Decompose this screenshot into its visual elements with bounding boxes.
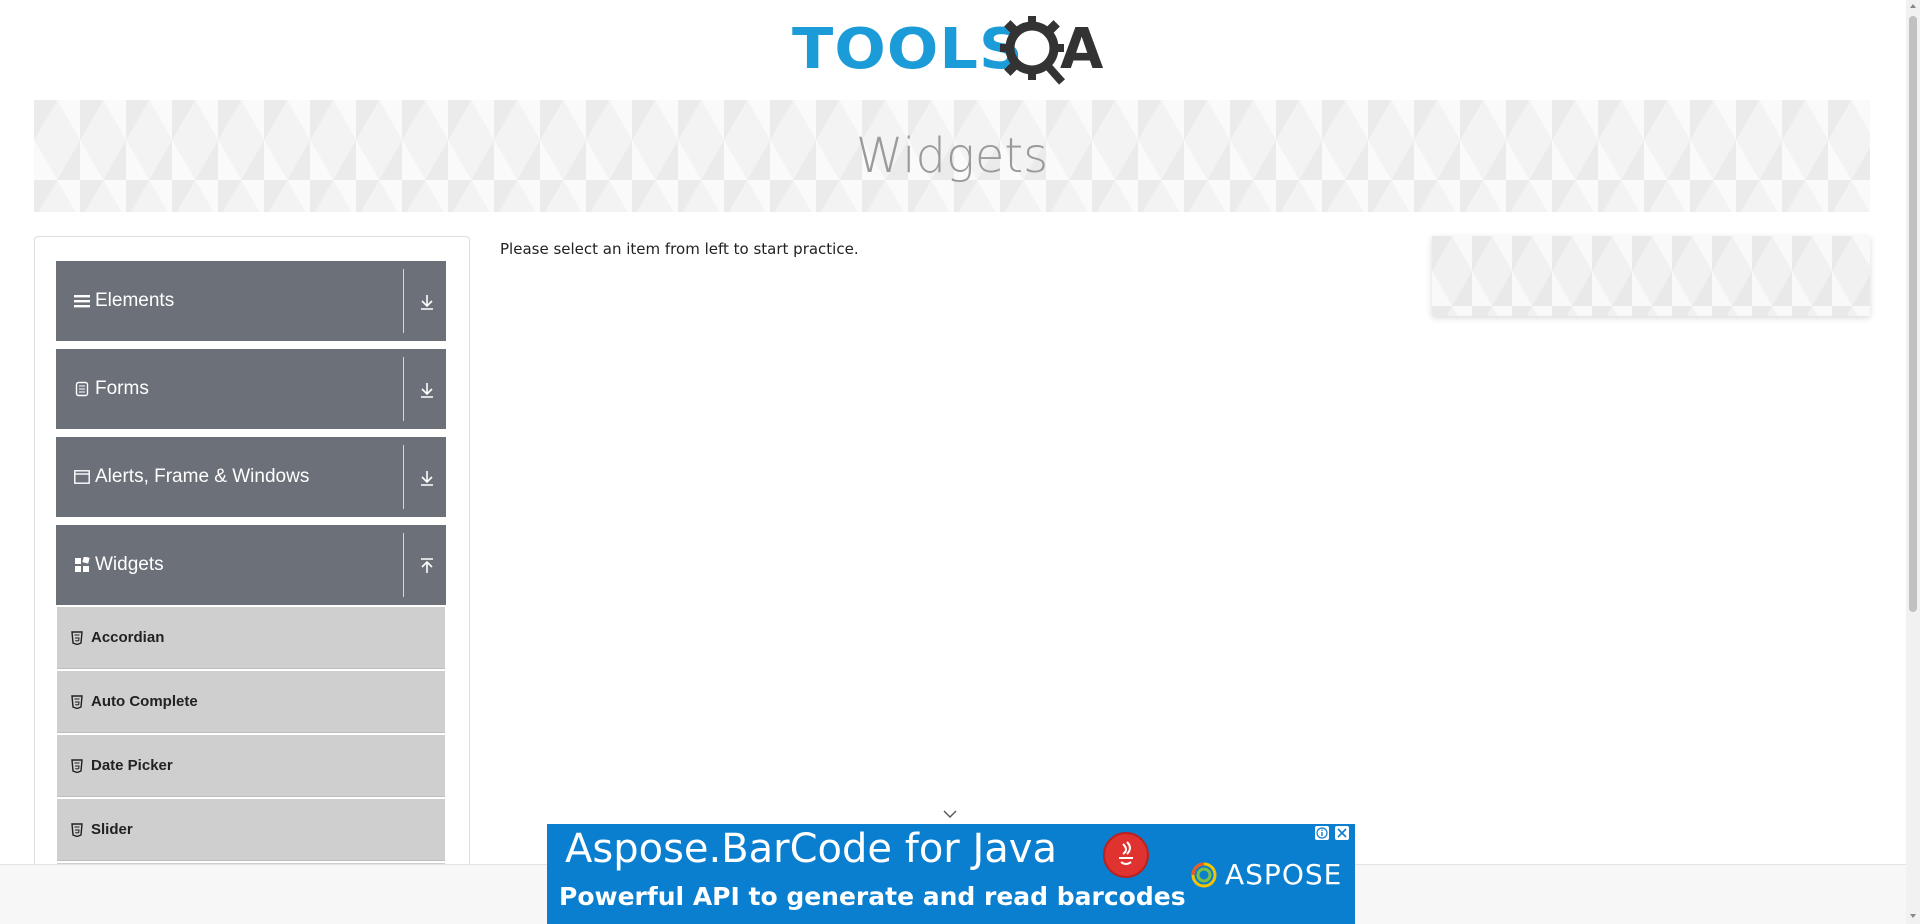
scroll-up-arrow-icon[interactable] [1909,2,1917,10]
ad-info-icon[interactable] [1315,826,1329,840]
right-ad-placeholder [1432,236,1870,316]
divider [403,445,404,509]
page-title: Widgets [855,128,1049,184]
scrollbar-thumb[interactable] [1909,16,1917,612]
menu-icon [73,292,91,310]
html5-icon [71,758,85,773]
download-icon[interactable] [416,291,438,313]
divider [403,357,404,421]
sidebar-item-label: Auto Complete [91,693,198,710]
logo-tools-text: TOOLS [792,17,1024,82]
scroll-down-arrow-icon[interactable] [1909,912,1917,920]
page-banner: Widgets [34,100,1870,212]
chevron-down-icon[interactable] [942,808,958,820]
sidebar-group-alerts[interactable]: Alerts, Frame & Windows [56,437,446,517]
aspose-logo-icon [1191,862,1217,887]
sidebar-group-label: Widgets [95,554,164,575]
download-icon[interactable] [416,379,438,401]
sidebar-group-forms[interactable]: Forms [56,349,446,429]
sidebar-group-label: Forms [95,378,149,399]
sidebar-group-label: Elements [95,290,175,311]
page: TOOLS A Widgets Elements Forms Alerts, F… [0,0,1920,924]
sidebar-item-slider[interactable]: Slider [57,799,445,861]
divider [403,533,404,597]
main-instruction-text: Please select an item from left to start… [500,240,859,258]
download-icon[interactable] [416,467,438,489]
sidebar-item-label: Date Picker [91,757,173,774]
page-scrollbar[interactable] [1906,0,1920,924]
document-icon [73,380,91,398]
sidebar-item-date-picker[interactable]: Date Picker [57,735,445,797]
sidebar-group-elements[interactable]: Elements [56,261,446,341]
html5-icon [71,694,85,709]
divider [403,269,404,333]
html5-icon [71,630,85,645]
java-logo-icon [1103,832,1149,878]
bottom-ad-banner[interactable]: Aspose.BarCode for Java Powerful API to … [547,824,1355,924]
html5-icon [71,822,85,837]
grid-icon [73,556,91,574]
ad-brand-text: ASPOSE [1225,858,1343,891]
aspose-brand: ASPOSE [1189,858,1342,891]
sidebar-item-label: Accordian [91,629,165,646]
sidebar-group-label: Alerts, Frame & Windows [95,466,310,487]
left-sidebar: Elements Forms Alerts, Frame & Windows W… [34,236,470,924]
close-icon[interactable] [1335,826,1349,840]
sidebar-item-label: Slider [91,821,133,838]
upload-icon[interactable] [416,555,438,577]
sidebar-item-accordian[interactable]: Accordian [57,607,445,669]
ad-title: Aspose.BarCode for Java [565,826,1057,872]
sidebar-item-auto-complete[interactable]: Auto Complete [57,671,445,733]
sidebar-group-widgets[interactable]: Widgets [56,525,446,605]
toolsqa-logo[interactable]: TOOLS A [792,14,1114,90]
ad-subtitle: Powerful API to generate and read barcod… [559,882,1186,911]
window-icon [73,468,91,486]
logo-qa-text: A [1060,17,1104,82]
